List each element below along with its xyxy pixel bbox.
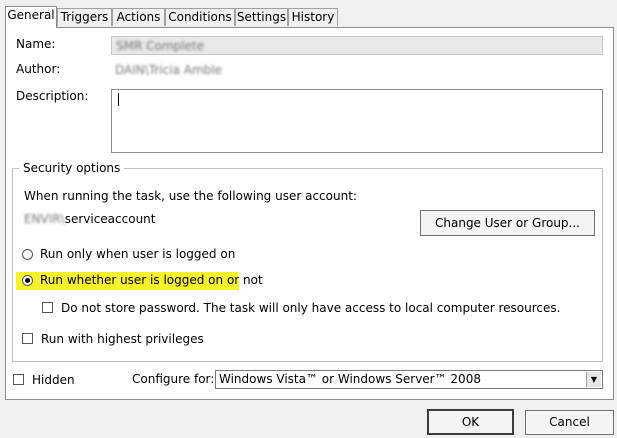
configure-for-label: Configure for: [132,372,215,386]
tab-triggers[interactable]: Triggers [57,8,112,26]
highest-privileges-label: Run with highest privileges [41,332,204,346]
description-field[interactable] [111,89,603,153]
text-caret [118,93,119,106]
name-field[interactable]: SMR Complete [111,36,603,55]
account-name: serviceaccount [64,212,156,226]
hidden-label: Hidden [32,373,75,387]
account-prompt: When running the task, use the following… [24,189,357,203]
description-label: Description: [16,89,89,103]
cancel-button[interactable]: Cancel [525,410,614,435]
author-value: DAIN\Tricia Amble [115,63,222,77]
chevron-down-icon[interactable]: ▼ [586,372,601,387]
hidden-checkbox[interactable] [13,374,24,385]
radio-whether-label: Run whether user is logged on or not [40,273,263,287]
account-domain: ENVIR\ [24,212,65,226]
name-label: Name: [16,37,56,51]
radio-whether-logged-on[interactable] [22,275,33,286]
radio-logged-on[interactable] [22,249,33,260]
author-label: Author: [16,62,61,76]
tab-general[interactable]: General [5,6,57,28]
configure-for-select[interactable]: Windows Vista™ or Windows Server™ 2008 ▼ [215,370,603,389]
tab-actions[interactable]: Actions [112,8,165,26]
do-not-store-password-label: Do not store password. The task will onl… [61,301,561,315]
name-value: SMR Complete [116,39,204,53]
change-user-or-group-button[interactable]: Change User or Group... [420,210,595,236]
security-options-title: Security options [19,161,125,175]
ok-button[interactable]: OK [427,409,514,435]
radio-logged-on-label: Run only when user is logged on [40,247,236,261]
do-not-store-password-checkbox[interactable] [42,302,53,313]
highest-privileges-checkbox[interactable] [22,333,33,344]
tab-history[interactable]: History [288,8,338,26]
configure-for-value: Windows Vista™ or Windows Server™ 2008 [219,372,481,386]
tab-settings[interactable]: Settings [235,8,288,26]
account-display: ENVIR\serviceaccount [24,212,155,226]
tab-conditions[interactable]: Conditions [165,8,235,26]
